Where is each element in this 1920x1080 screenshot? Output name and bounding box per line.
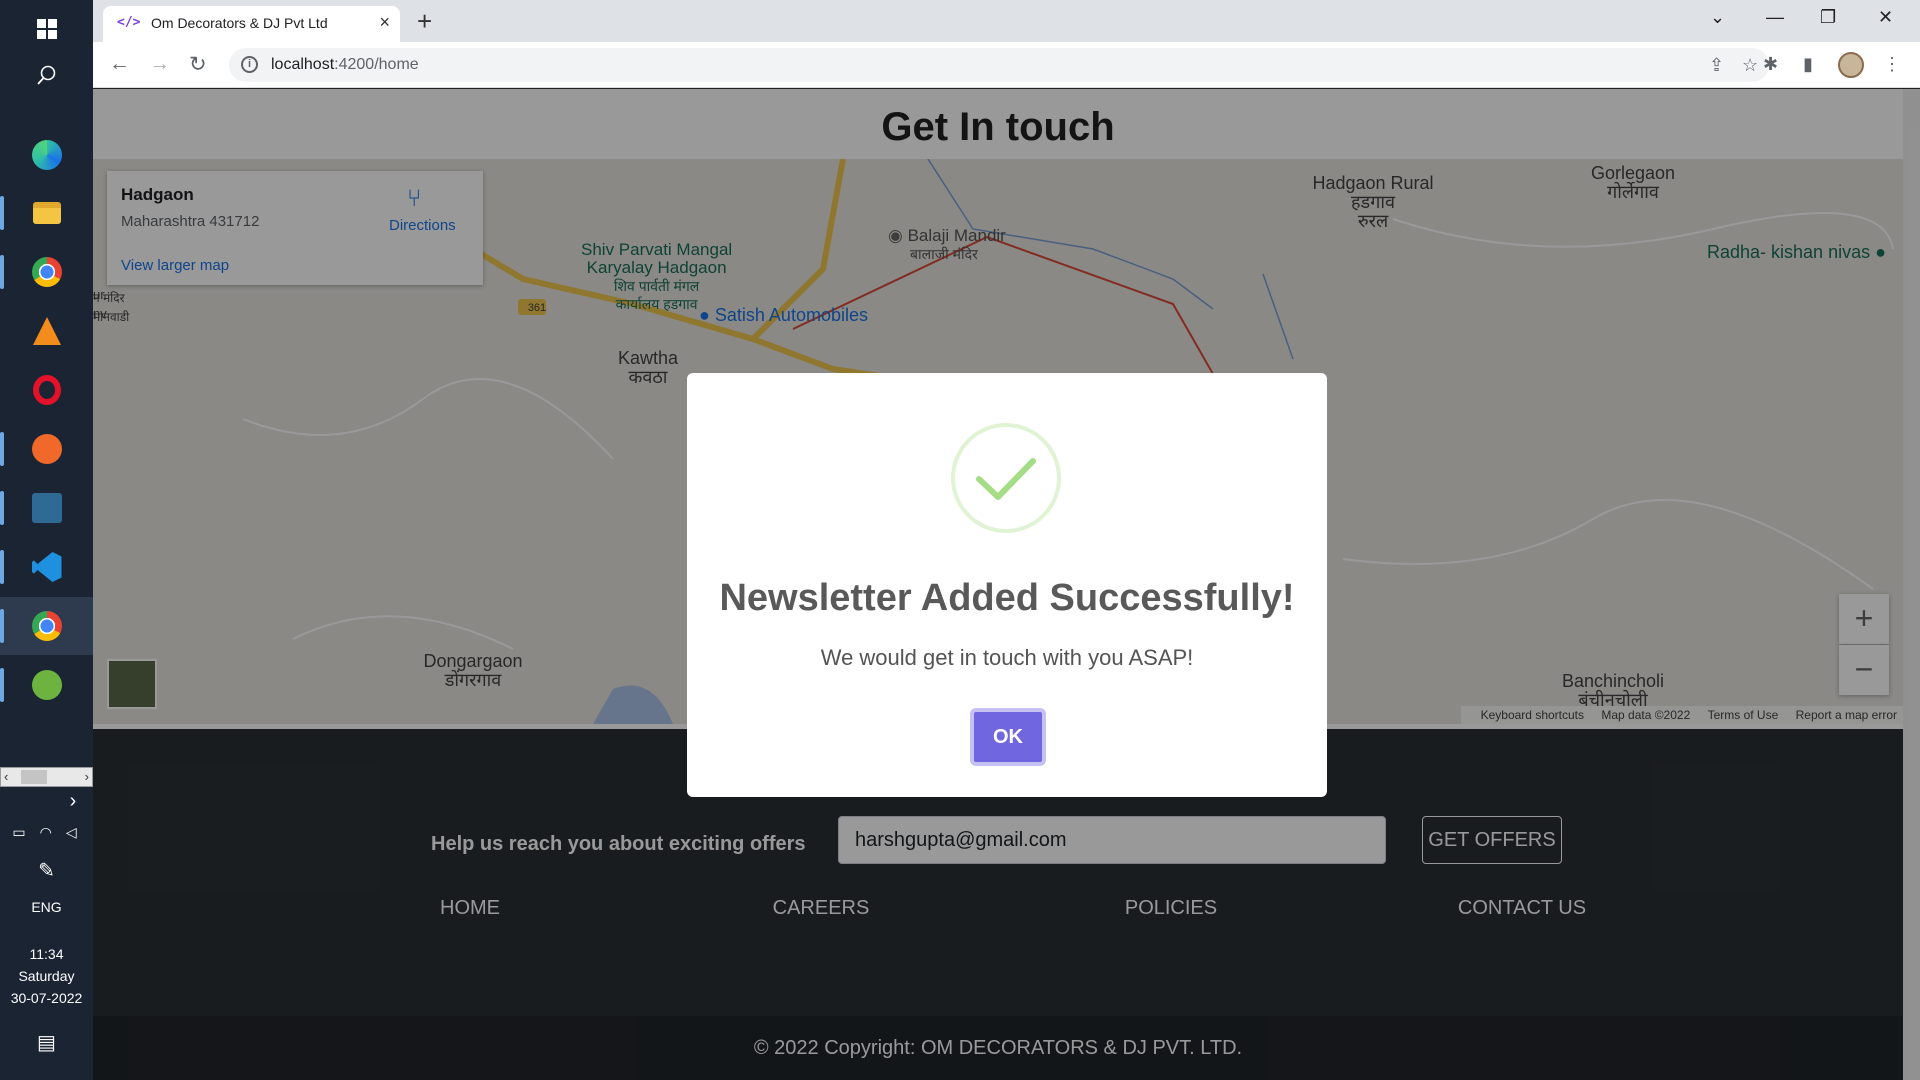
postman-icon: [31, 434, 62, 464]
menu-icon[interactable]: ⋮: [1883, 54, 1901, 75]
share-icon[interactable]: ⇪: [1709, 55, 1724, 76]
profile-avatar[interactable]: [1838, 52, 1864, 78]
taskbar-vscode[interactable]: [0, 538, 93, 596]
taskbar-edge[interactable]: [0, 126, 93, 184]
close-window-icon[interactable]: ✕: [1878, 7, 1893, 28]
vlc-icon: [32, 317, 61, 345]
forward-icon[interactable]: →: [149, 52, 170, 76]
chrome-icon: [31, 257, 62, 287]
vscode-icon: [31, 552, 62, 582]
clock-date[interactable]: 30-07-2022: [0, 990, 93, 1006]
ok-button[interactable]: OK: [970, 708, 1046, 766]
taskbar-vlc[interactable]: [0, 302, 93, 360]
battery-icon[interactable]: ▭: [12, 824, 39, 840]
search-icon: [36, 65, 55, 85]
address-bar[interactable]: i localhost:4200/home ⇪ ☆: [229, 48, 1769, 82]
success-dialog: Newsletter Added Successfully! We would …: [687, 373, 1327, 797]
minimize-icon[interactable]: —: [1766, 7, 1784, 28]
taskbar-opera[interactable]: [0, 361, 93, 419]
url-text[interactable]: localhost:4200/home: [271, 56, 419, 74]
taskbar-chrome-active[interactable]: [0, 597, 93, 655]
restore-icon[interactable]: ❐: [1820, 7, 1836, 28]
language-indicator[interactable]: ENG: [0, 899, 93, 915]
scroll-right-icon[interactable]: ›: [85, 769, 89, 784]
code-favicon-icon: </>: [117, 15, 141, 30]
tray-scrollbar[interactable]: ‹ ›: [0, 767, 93, 787]
windows-logo-icon: [36, 19, 57, 39]
opera-icon: [32, 375, 61, 405]
pen-icon[interactable]: ✎: [0, 858, 93, 883]
tab-title: Om Decorators & DJ Pvt Ltd: [151, 15, 328, 31]
volume-icon[interactable]: ◁: [66, 824, 91, 840]
close-tab-icon[interactable]: ×: [379, 12, 390, 33]
back-icon[interactable]: ←: [109, 52, 130, 76]
scroll-left-icon[interactable]: ‹: [4, 769, 8, 784]
new-tab-icon[interactable]: +: [417, 6, 432, 37]
wifi-icon[interactable]: ◠: [40, 824, 66, 840]
reload-icon[interactable]: ↻: [189, 52, 207, 77]
bookmark-star-icon[interactable]: ☆: [1742, 55, 1758, 76]
taskbar-spring-tools[interactable]: [0, 656, 93, 714]
edge-icon: [31, 140, 62, 170]
windows-taskbar: ‹ › › ▭◠◁ ✎ ENG 11:34 Saturday 30-07-202…: [0, 0, 93, 1080]
success-check-icon: [951, 423, 1061, 533]
taskbar-mysql-workbench[interactable]: [0, 479, 93, 537]
tray-scroll-thumb[interactable]: [21, 770, 47, 784]
extensions-icon[interactable]: ✱: [1763, 54, 1778, 75]
browser-tab-strip: </> Om Decorators & DJ Pvt Ltd × + ⌄ — ❐…: [93, 0, 1920, 42]
taskbar-postman[interactable]: [0, 420, 93, 478]
clock-time[interactable]: 11:34: [0, 946, 93, 962]
tray-status-icons[interactable]: ▭◠◁: [0, 824, 93, 841]
file-explorer-icon: [32, 202, 61, 224]
taskbar-file-explorer[interactable]: [0, 184, 93, 242]
site-info-icon[interactable]: i: [241, 56, 258, 73]
notifications-icon[interactable]: ▤: [0, 1030, 93, 1055]
browser-toolbar: ← → ↻ i localhost:4200/home ⇪ ☆ ✱ ▮ ⋮: [93, 42, 1920, 88]
taskbar-chrome[interactable]: [0, 243, 93, 301]
side-panel-icon[interactable]: ▮: [1803, 54, 1813, 75]
tab-search-icon[interactable]: ⌄: [1710, 7, 1725, 28]
spring-tools-icon: [31, 670, 62, 700]
mysql-workbench-icon: [31, 493, 62, 523]
chrome-active-icon: [31, 611, 62, 641]
search-button[interactable]: [0, 46, 93, 104]
dialog-message: We would get in touch with you ASAP!: [820, 645, 1194, 670]
clock-day[interactable]: Saturday: [0, 968, 93, 984]
browser-tab[interactable]: </> Om Decorators & DJ Pvt Ltd ×: [103, 6, 400, 42]
dialog-title: Newsletter Added Successfully!: [719, 577, 1295, 619]
